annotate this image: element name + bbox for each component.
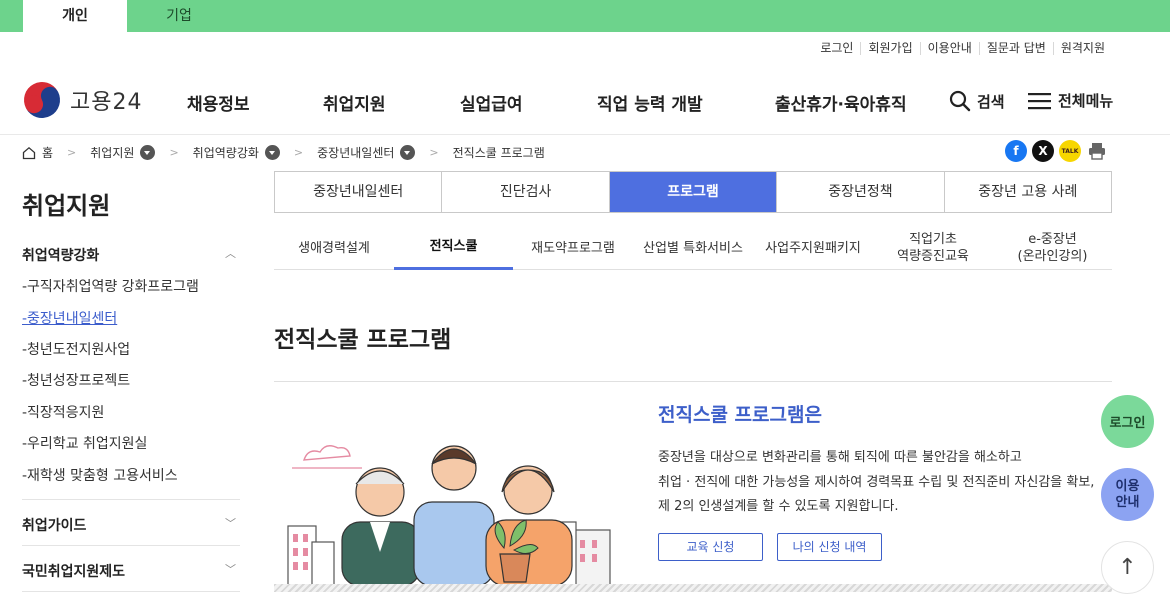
header-allmenu-button[interactable]: 전체메뉴: [1028, 90, 1113, 111]
breadcrumb-home[interactable]: 홈: [42, 144, 53, 161]
taegeuk-logo-icon: [17, 75, 67, 125]
tab-business[interactable]: 기업: [127, 0, 231, 32]
sidebar-divider: [22, 545, 240, 546]
tab-program[interactable]: 프로그램: [608, 172, 777, 212]
subtab-career-design[interactable]: 생애경력설계: [274, 226, 394, 270]
logo-text: 고용24: [70, 90, 143, 115]
breadcrumb-separator-icon: >: [169, 146, 179, 159]
arrow-up-icon: ↑: [1118, 555, 1137, 580]
util-guide-link[interactable]: 이용안내: [919, 42, 979, 55]
sidebar-item-youth-growth[interactable]: -청년성장프로젝트: [22, 370, 130, 390]
tab-cases[interactable]: 중장년 고용 사례: [943, 172, 1111, 212]
seniors-illustration: [287, 445, 611, 586]
sub-tabs: 생애경력설계 전직스쿨 재도약프로그램 산업별 특화서비스 사업주지원패키지 직…: [274, 226, 1112, 270]
header-allmenu-label: 전체메뉴: [1058, 92, 1114, 110]
chevron-down-icon: ﹀: [225, 563, 236, 576]
sidebar-item-job-seeker-program[interactable]: -구직자취업역량 강화프로그램: [22, 276, 199, 296]
title-divider: [274, 381, 1112, 382]
dropdown-circle-icon[interactable]: [400, 145, 416, 160]
sidebar-item-workplace-adaptation[interactable]: -직장적응지원: [22, 402, 104, 422]
chevron-down-icon: ﹀: [225, 517, 236, 530]
util-qna-link[interactable]: 질문과 답변: [978, 42, 1053, 55]
share-buttons: f X TALK: [1005, 140, 1113, 162]
scroll-top-button[interactable]: ↑: [1101, 541, 1154, 594]
subtab-relaunch[interactable]: 재도약프로그램: [513, 226, 633, 270]
header-search-label: 검색: [977, 92, 1005, 111]
intro-text: 중장년을 대상으로 변화관리를 통해 퇴직에 따른 불안감을 해소하고 취업 ·…: [658, 446, 1094, 520]
floating-login-button[interactable]: 로그인: [1101, 395, 1154, 448]
kakaotalk-icon[interactable]: TALK: [1059, 140, 1081, 162]
breadcrumb-employment-support[interactable]: 취업지원: [90, 144, 134, 161]
subtab-industry-service[interactable]: 산업별 특화서비스: [633, 226, 753, 270]
top-strip: 개인 기업: [0, 0, 1170, 32]
decorative-stripe: [274, 584, 1112, 592]
utility-links: 로그인 회원가입 이용안내 질문과 답변 원격지원: [813, 42, 1112, 55]
search-icon: [949, 90, 971, 112]
intro-line: 제 2의 인생설계를 할 수 있도록 지원합니다.: [658, 499, 899, 514]
subtab-online-course[interactable]: e-중장년 (온라인강의): [993, 226, 1112, 270]
facebook-icon[interactable]: f: [1005, 140, 1027, 162]
subtab-basic-competency[interactable]: 직업기초 역량증진교육: [873, 226, 993, 270]
tab-policy[interactable]: 중장년정책: [776, 172, 943, 212]
breadcrumb-capacity[interactable]: 취업역량강화: [193, 144, 259, 161]
breadcrumb-separator-icon: >: [67, 146, 77, 159]
intro-line: 취업 · 전직에 대한 가능성을 제시하여 경력목표 수립 및 전직준비 자신감…: [658, 474, 1095, 490]
apply-education-button[interactable]: 교육 신청: [658, 533, 763, 561]
breadcrumb-current: 전직스쿨 프로그램: [452, 146, 545, 160]
sidebar-item-school-support[interactable]: -우리학교 취업지원실: [22, 433, 147, 453]
gnb-jobs[interactable]: 채용정보: [187, 90, 250, 115]
breadcrumb: 홈 > 취업지원 > 취업역량강화 > 중장년내일센터 > 전직스쿨 프로그램: [22, 144, 545, 161]
util-login-link[interactable]: 로그인: [813, 42, 860, 55]
breadcrumb-separator-icon: >: [293, 146, 304, 159]
chevron-up-icon: ︿: [225, 247, 236, 260]
floating-guide-button[interactable]: 이용 안내: [1101, 468, 1154, 521]
dropdown-circle-icon[interactable]: [264, 145, 280, 160]
sidebar-item-student-service[interactable]: -재학생 맞춤형 고용서비스: [22, 465, 178, 485]
breadcrumb-midcareer-center[interactable]: 중장년내일센터: [317, 144, 394, 161]
intro-title: 전직스쿨 프로그램은: [658, 404, 822, 426]
hamburger-icon: [1028, 92, 1051, 109]
print-icon[interactable]: [1086, 140, 1108, 162]
gnb-unemployment-benefit[interactable]: 실업급여: [460, 90, 523, 115]
dropdown-circle-icon[interactable]: [140, 145, 156, 160]
gnb-employment-support[interactable]: 취업지원: [323, 90, 386, 115]
tab-midcareer-center[interactable]: 중장년내일센터: [275, 172, 441, 212]
page-title: 전직스쿨 프로그램: [274, 327, 452, 353]
sidebar-divider: [22, 499, 240, 500]
sidebar-item-youth-challenge[interactable]: -청년도전지원사업: [22, 339, 130, 359]
tab-diagnostic-test[interactable]: 진단검사: [441, 172, 608, 212]
subtab-employer-package[interactable]: 사업주지원패키지: [753, 226, 873, 270]
home-icon: [22, 146, 36, 159]
header-divider: [0, 134, 1170, 135]
header-search-button[interactable]: 검색: [949, 90, 1005, 112]
sidebar-group-national-support[interactable]: 국민취업지원제도 ﹀: [22, 561, 240, 581]
sidebar-divider: [22, 591, 240, 592]
intro-line: 중장년을 대상으로 변화관리를 통해 퇴직에 따른 불안감을 해소하고: [658, 450, 1022, 465]
util-signup-link[interactable]: 회원가입: [860, 42, 919, 55]
gnb-vocational-training[interactable]: 직업 능력 개발: [597, 90, 703, 115]
my-applications-button[interactable]: 나의 신청 내역: [777, 533, 882, 561]
main-tabs: 중장년내일센터 진단검사 프로그램 중장년정책 중장년 고용 사례: [274, 171, 1112, 213]
breadcrumb-separator-icon: >: [429, 146, 439, 159]
gnb-parental-leave[interactable]: 출산휴가·육아휴직: [775, 90, 907, 115]
sidebar-group-capacity[interactable]: 취업역량강화 ︿: [22, 245, 240, 265]
sidebar-item-midcareer-center[interactable]: -중장년내일센터: [22, 308, 117, 328]
subtab-transition-school[interactable]: 전직스쿨: [394, 226, 513, 270]
sidebar-title: 취업지원: [22, 192, 111, 220]
site-logo[interactable]: 고용24: [17, 75, 143, 125]
sidebar-group-guide[interactable]: 취업가이드 ﹀: [22, 515, 240, 535]
util-remote-support-link[interactable]: 원격지원: [1052, 42, 1112, 55]
x-icon[interactable]: X: [1032, 140, 1054, 162]
tab-personal[interactable]: 개인: [23, 0, 127, 32]
